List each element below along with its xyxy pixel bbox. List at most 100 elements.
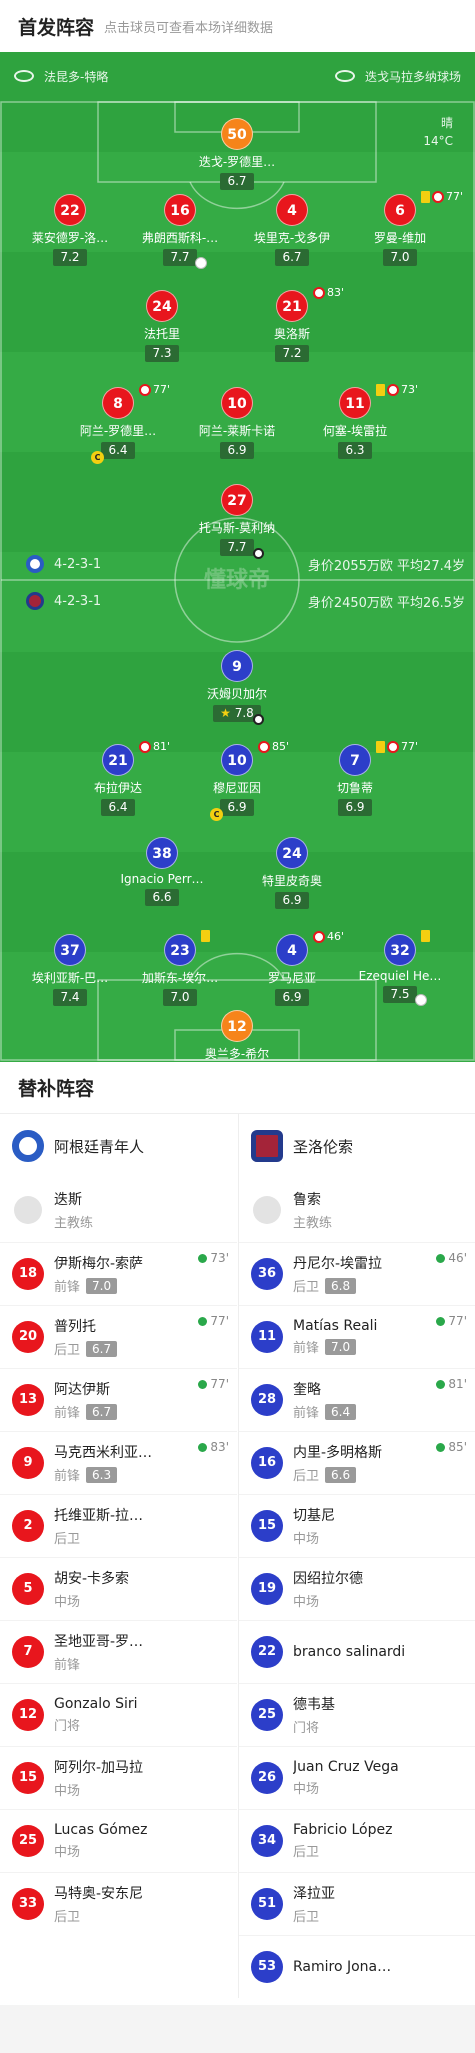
player-number: 24	[276, 837, 308, 869]
player-name: 弗朗西斯科-…	[141, 231, 219, 245]
rating-value: 7.8	[234, 706, 254, 720]
sub-player-row[interactable]: 9 马克西米利亚… 前锋 6.3 83'	[0, 1431, 237, 1494]
sub-player-row[interactable]: 36 丹尼尔-埃雷拉 后卫 6.8 46'	[239, 1242, 475, 1305]
sub-minute-value: 77'	[210, 1314, 229, 1328]
home-player[interactable]: 50 迭戈-罗德里… 6.7	[172, 118, 302, 190]
sub-player-row[interactable]: 15 阿列尔-加马拉 中场	[0, 1746, 237, 1809]
home-player[interactable]: 16 弗朗西斯科-… 7.7	[115, 194, 245, 269]
player-events: 77'	[376, 740, 418, 753]
sub-player-row[interactable]: 5 胡安-卡多索 中场	[0, 1557, 237, 1620]
sub-player-row[interactable]: 11 Matías Reali 前锋 7.0 77'	[239, 1305, 475, 1368]
sub-player-number: 20	[12, 1321, 44, 1353]
away-player[interactable]: 32 Ezequiel He… 7.5	[335, 930, 465, 1006]
substitution-in-icon	[436, 1316, 446, 1326]
sub-in-minute: 77'	[198, 1377, 229, 1391]
away-player[interactable]: 10 C 85' 穆尼亚因 6.9	[172, 740, 302, 821]
home-player[interactable]: 21 83' 奥洛斯 7.2	[227, 286, 357, 362]
sub-player-number: 15	[12, 1762, 44, 1794]
sub-player-position: 中场	[293, 1595, 320, 1610]
away-player[interactable]: 12奥兰多-希尔7.7	[172, 1010, 302, 1062]
player-number: 11	[339, 387, 371, 419]
player-number: 24	[146, 290, 178, 322]
sub-player-row[interactable]: 2 托维亚斯-拉… 后卫	[0, 1494, 237, 1557]
away-player[interactable]: 9 沃姆贝加尔 ★ 7.8	[172, 650, 302, 725]
home-player[interactable]: 11 73' 何塞-埃雷拉 6.3	[290, 383, 420, 459]
kit-badge-icon	[195, 257, 207, 269]
away-team-row[interactable]: 圣洛伦索	[239, 1114, 475, 1178]
sub-player-row[interactable]: 51 泽拉亚 后卫	[239, 1872, 475, 1935]
substitution-in-icon	[436, 1379, 446, 1389]
player-events: 73'	[376, 383, 418, 396]
sub-minute-value: 77'	[210, 1377, 229, 1391]
sub-player-row[interactable]: 15 切基尼 中场	[239, 1494, 475, 1557]
sub-minute-value: 85'	[448, 1440, 467, 1454]
player-events	[421, 930, 430, 942]
player-number: 50	[221, 118, 253, 150]
sub-player-number: 18	[12, 1258, 44, 1290]
home-team-row[interactable]: 阿根廷青年人	[0, 1114, 237, 1178]
player-name: 罗曼-维加	[373, 231, 427, 245]
away-player[interactable]: 38 Ignacio Perr… 6.6	[97, 837, 227, 906]
sub-player-name: 伊斯梅尔-索萨	[54, 1256, 144, 1272]
home-player[interactable]: 6 77' 罗曼-维加 7.0	[335, 190, 465, 266]
sub-player-row[interactable]: 13 阿达伊斯 前锋 6.7 77'	[0, 1368, 237, 1431]
coach-name: 鲁索	[293, 1192, 321, 1208]
sub-player-row[interactable]: 28 奎略 前锋 6.4 81'	[239, 1368, 475, 1431]
sub-player-row[interactable]: 53 Ramiro Jona…	[239, 1935, 475, 1998]
sub-player-number: 34	[251, 1825, 283, 1857]
player-number: 37	[54, 934, 86, 966]
home-player[interactable]: 10 阿兰-莱斯卡诺 6.9	[172, 387, 302, 459]
player-rating: 6.6	[145, 889, 179, 906]
sub-player-row[interactable]: 18 伊斯梅尔-索萨 前锋 7.0 73'	[0, 1242, 237, 1305]
weather-temp: 14°C	[423, 134, 453, 148]
home-player[interactable]: 24 法托里 7.3	[97, 290, 227, 362]
rating-value: 7.4	[60, 990, 80, 1004]
player-name: 何塞-埃雷拉	[322, 424, 388, 438]
away-player[interactable]: 21 81' 布拉伊达 6.4	[53, 740, 183, 816]
sub-player-position: 前锋	[54, 1658, 81, 1673]
sub-minute-value: 77'	[448, 1314, 467, 1328]
sub-player-number: 25	[12, 1825, 44, 1857]
sub-player-position: 后卫	[54, 1343, 81, 1358]
home-player[interactable]: 27 托马斯-莫利纳 7.7	[172, 484, 302, 559]
sub-player-row[interactable]: 22 branco salinardi	[239, 1620, 475, 1683]
away-player[interactable]: 7 77' 切鲁蒂 6.9	[290, 740, 420, 816]
coach-role: 主教练	[293, 1216, 333, 1231]
substitution-in-icon	[198, 1316, 208, 1326]
rating-value: 6.9	[227, 443, 247, 457]
player-rating: 6.9	[220, 799, 254, 816]
sub-player-name: 圣地亚哥-罗…	[54, 1634, 144, 1650]
away-formation: 4-2-3-1	[54, 593, 102, 609]
away-player[interactable]: 23 加斯东-埃尔… 7.0	[115, 930, 245, 1006]
player-number: 8	[102, 387, 134, 419]
sub-player-name: 普列托	[54, 1319, 96, 1335]
player-name: 法托里	[143, 327, 180, 341]
rating-value: 6.9	[345, 800, 365, 814]
sub-player-row[interactable]: 7 圣地亚哥-罗… 前锋	[0, 1620, 237, 1683]
player-events: 77'	[421, 190, 463, 203]
sub-player-row[interactable]: 20 普列托 后卫 6.7 77'	[0, 1305, 237, 1368]
sub-player-position: 中场	[293, 1782, 320, 1797]
player-rating: 7.7	[220, 539, 254, 556]
sub-player-row[interactable]: 26 Juan Cruz Vega 中场	[239, 1746, 475, 1809]
sub-player-row[interactable]: 33 马特奥-安东尼 后卫	[0, 1872, 237, 1935]
away-coach-row[interactable]: 鲁索 主教练	[239, 1178, 475, 1242]
player-rating: 7.3	[145, 345, 179, 362]
sub-player-row[interactable]: 16 内里-多明格斯 后卫 6.6 85'	[239, 1431, 475, 1494]
sub-player-number: 7	[12, 1636, 44, 1668]
sub-player-row[interactable]: 12 Gonzalo Siri 门将	[0, 1683, 237, 1746]
sub-player-number: 51	[251, 1888, 283, 1920]
sub-player-row[interactable]: 25 德韦基 门将	[239, 1683, 475, 1746]
sub-player-row[interactable]: 34 Fabricio López 后卫	[239, 1809, 475, 1872]
player-rating: 6.7	[275, 249, 309, 266]
referee-name: 法昆多-特略	[44, 69, 109, 84]
player-number: 16	[164, 194, 196, 226]
sub-player-row[interactable]: 19 因绍拉尔德 中场	[239, 1557, 475, 1620]
away-player[interactable]: 24 特里皮奇奥 6.9	[227, 837, 357, 909]
sub-in-minute: 85'	[436, 1440, 467, 1454]
home-player[interactable]: 8 C 77' 阿兰-罗德里… 6.4	[53, 383, 183, 464]
home-coach-row[interactable]: 迭斯 主教练	[0, 1178, 237, 1242]
sub-player-name: 奎略	[293, 1382, 321, 1398]
sub-player-row[interactable]: 25 Lucas Gómez 中场	[0, 1809, 237, 1872]
sub-player-position: 后卫	[293, 1910, 320, 1925]
